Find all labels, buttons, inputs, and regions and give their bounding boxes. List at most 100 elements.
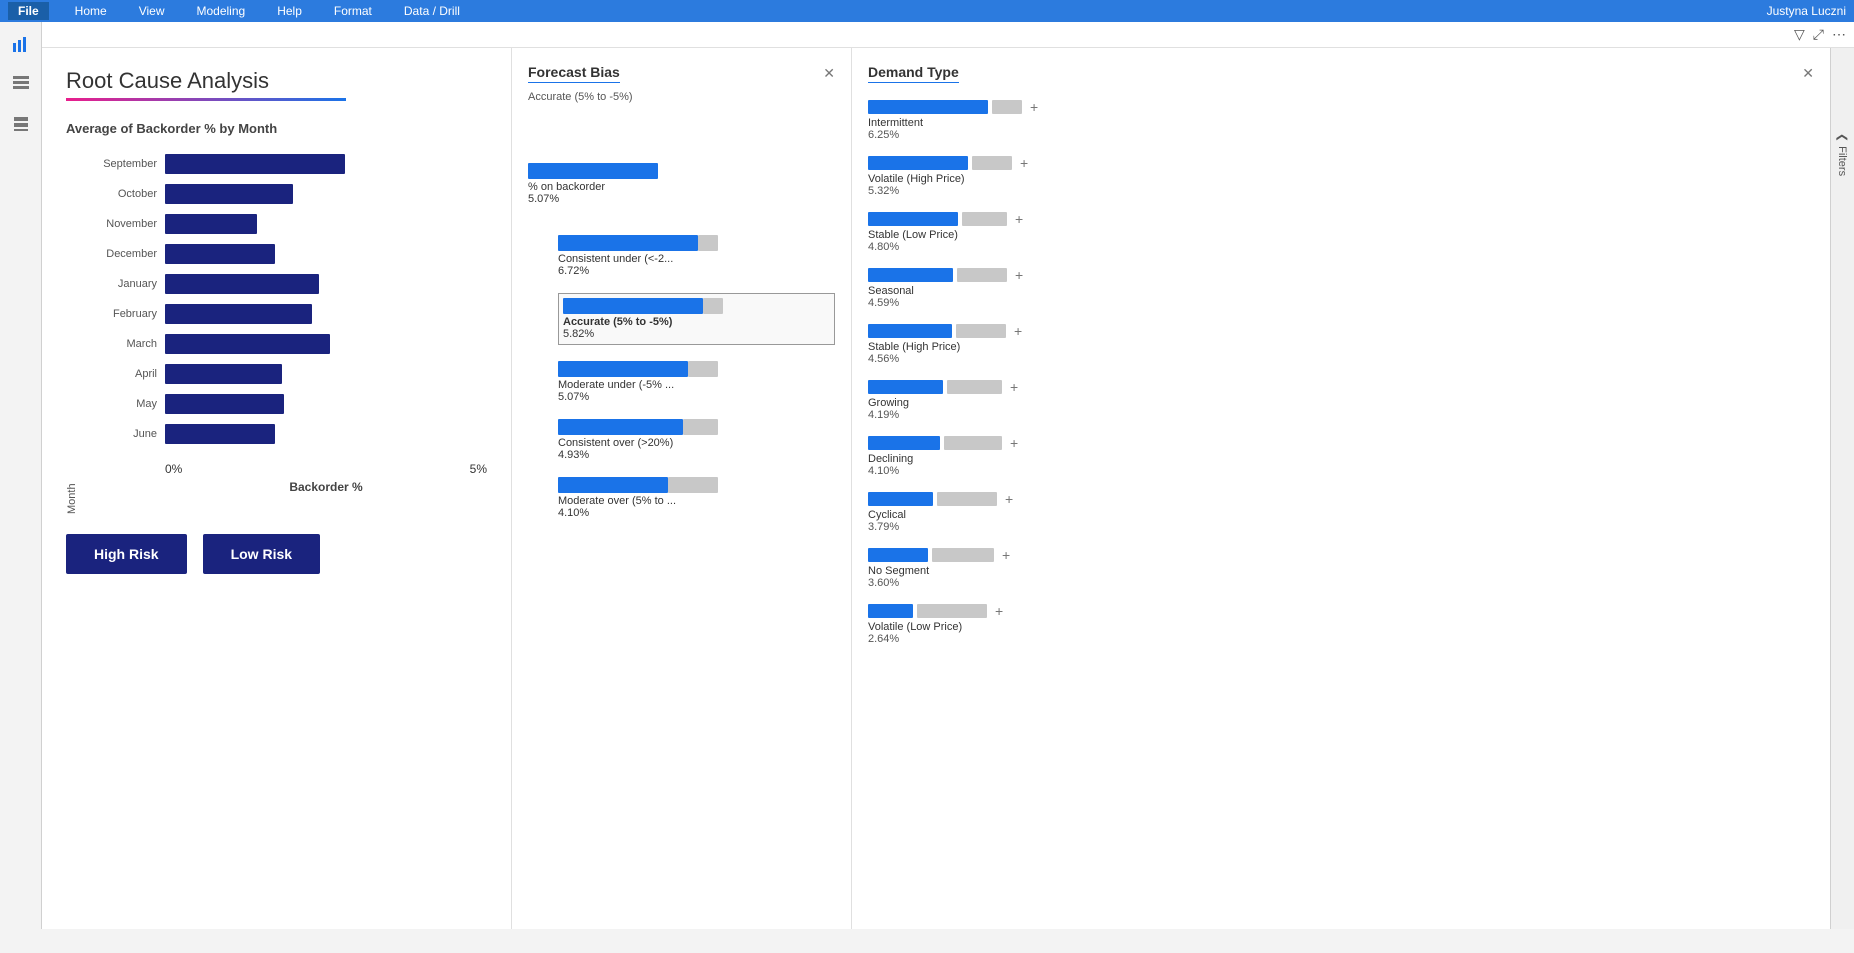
- bar-fill-5[interactable]: [165, 304, 312, 324]
- bar-fill-0[interactable]: [165, 154, 345, 174]
- bar-fill-7[interactable]: [165, 364, 282, 384]
- bar-chart: SeptemberOctoberNovemberDecemberJanuaryF…: [82, 152, 487, 446]
- x-axis-title: Backorder %: [82, 480, 487, 494]
- menu-format[interactable]: Format: [328, 2, 378, 20]
- menu-home[interactable]: Home: [69, 2, 113, 20]
- demand-plus-1[interactable]: +: [1020, 155, 1028, 171]
- filters-sidebar[interactable]: ❮ Filters: [1836, 133, 1849, 176]
- bar-fill-1[interactable]: [165, 184, 293, 204]
- decomp-label-2: Moderate under (-5% ...: [558, 379, 835, 391]
- demand-item-8: +No Segment3.60%: [868, 547, 1814, 589]
- demand-bar-blue-6: [868, 436, 940, 450]
- bar-label-8: May: [82, 398, 157, 410]
- more-toolbar-icon[interactable]: ⋯: [1832, 26, 1846, 43]
- bar-fill-3[interactable]: [165, 244, 275, 264]
- demand-type-header: Demand Type ✕: [868, 64, 1814, 83]
- decomp-label-1: Accurate (5% to -5%): [563, 316, 830, 328]
- decomp-node-2: Moderate under (-5% ...5.07%: [558, 361, 835, 403]
- expand-toolbar-icon[interactable]: ⤢: [1813, 26, 1824, 43]
- demand-item-4: +Stable (High Price)4.56%: [868, 323, 1814, 365]
- demand-plus-7[interactable]: +: [1005, 491, 1013, 507]
- demand-item-3: +Seasonal4.59%: [868, 267, 1814, 309]
- filters-label: Filters: [1837, 146, 1849, 176]
- forecast-bias-close[interactable]: ✕: [823, 65, 835, 82]
- file-tab[interactable]: File: [8, 2, 49, 20]
- bar-container-0: [165, 152, 487, 176]
- filter-toolbar-icon[interactable]: ▽: [1794, 26, 1805, 43]
- demand-item-9: +Volatile (Low Price)2.64%: [868, 603, 1814, 645]
- demand-plus-4[interactable]: +: [1014, 323, 1022, 339]
- demand-bar-gray-5: [947, 380, 1002, 394]
- bar-row-december: December: [82, 242, 487, 266]
- bar-container-3: [165, 242, 487, 266]
- demand-bar-gray-2: [962, 212, 1007, 226]
- decomp-bar-row-2: [558, 361, 835, 377]
- bar-row-october: October: [82, 182, 487, 206]
- user-name: Justyna Luczni: [1767, 4, 1846, 18]
- demand-plus-9[interactable]: +: [995, 603, 1003, 619]
- bar-row-june: June: [82, 422, 487, 446]
- decomp-bar-row-1: [563, 298, 830, 314]
- demand-plus-3[interactable]: +: [1015, 267, 1023, 283]
- decomp-bar-bg-2: [688, 361, 718, 377]
- button-row: High Risk Low Risk: [66, 534, 487, 574]
- x-axis-label-0: 0%: [165, 462, 182, 476]
- bar-row-february: February: [82, 302, 487, 326]
- demand-plus-6[interactable]: +: [1010, 435, 1018, 451]
- demand-bar-blue-5: [868, 380, 943, 394]
- forecast-bias-panel: Forecast Bias ✕ Accurate (5% to -5%) % o…: [512, 48, 852, 929]
- decomp-bar-row-0: [558, 235, 835, 251]
- bar-label-9: June: [82, 428, 157, 440]
- demand-bar-row-4: +: [868, 323, 1814, 339]
- menu-view[interactable]: View: [133, 2, 171, 20]
- demand-bar-row-0: +: [868, 99, 1814, 115]
- chart-view-icon[interactable]: [7, 30, 35, 58]
- demand-type-close[interactable]: ✕: [1802, 65, 1814, 82]
- demand-bar-row-8: +: [868, 547, 1814, 563]
- menu-help[interactable]: Help: [271, 2, 308, 20]
- demand-bar-row-6: +: [868, 435, 1814, 451]
- chart-title: Average of Backorder % by Month: [66, 121, 487, 136]
- bar-fill-6[interactable]: [165, 334, 330, 354]
- decomp-bar-bg-0: [698, 235, 718, 251]
- demand-label-4: Stable (High Price): [868, 341, 1814, 353]
- decomp-node-4: Moderate over (5% to ...4.10%: [558, 477, 835, 519]
- demand-label-5: Growing: [868, 397, 1814, 409]
- decomp-bar-row-3: [558, 419, 835, 435]
- bar-fill-8[interactable]: [165, 394, 284, 414]
- menu-modeling[interactable]: Modeling: [190, 2, 251, 20]
- demand-plus-2[interactable]: +: [1015, 211, 1023, 227]
- demand-bar-blue-4: [868, 324, 952, 338]
- bar-label-5: February: [82, 308, 157, 320]
- decomp-bar-4: [558, 477, 668, 493]
- bar-fill-2[interactable]: [165, 214, 257, 234]
- demand-bar-gray-7: [937, 492, 997, 506]
- decomp-bar-bg-4: [668, 477, 718, 493]
- demand-plus-8[interactable]: +: [1002, 547, 1010, 563]
- decomp-node-0: Consistent under (<-2...6.72%: [558, 235, 835, 277]
- filters-arrow: ❮: [1836, 133, 1849, 142]
- high-risk-button[interactable]: High Risk: [66, 534, 187, 574]
- decomp-bar-row-4: [558, 477, 835, 493]
- bar-row-may: May: [82, 392, 487, 416]
- low-risk-button[interactable]: Low Risk: [203, 534, 320, 574]
- demand-plus-0[interactable]: +: [1030, 99, 1038, 115]
- table-view-icon[interactable]: [7, 70, 35, 98]
- bar-fill-4[interactable]: [165, 274, 319, 294]
- decomp-label-0: Consistent under (<-2...: [558, 253, 835, 265]
- bar-container-6: [165, 332, 487, 356]
- bar-fill-9[interactable]: [165, 424, 275, 444]
- decomp-value-0: 6.72%: [558, 265, 835, 277]
- decomp-node-1: Accurate (5% to -5%)5.82%: [558, 293, 835, 345]
- layers-view-icon[interactable]: [7, 110, 35, 138]
- forecast-bias-subtitle: Accurate (5% to -5%): [528, 91, 835, 103]
- bar-row-september: September: [82, 152, 487, 176]
- root-cause-panel: Root Cause Analysis Average of Backorder…: [42, 48, 512, 929]
- decomp-value-2: 5.07%: [558, 391, 835, 403]
- menu-data-drill[interactable]: Data / Drill: [398, 2, 466, 20]
- demand-value-6: 4.10%: [868, 465, 1814, 477]
- demand-value-7: 3.79%: [868, 521, 1814, 533]
- demand-plus-5[interactable]: +: [1010, 379, 1018, 395]
- demand-label-8: No Segment: [868, 565, 1814, 577]
- demand-bar-row-9: +: [868, 603, 1814, 619]
